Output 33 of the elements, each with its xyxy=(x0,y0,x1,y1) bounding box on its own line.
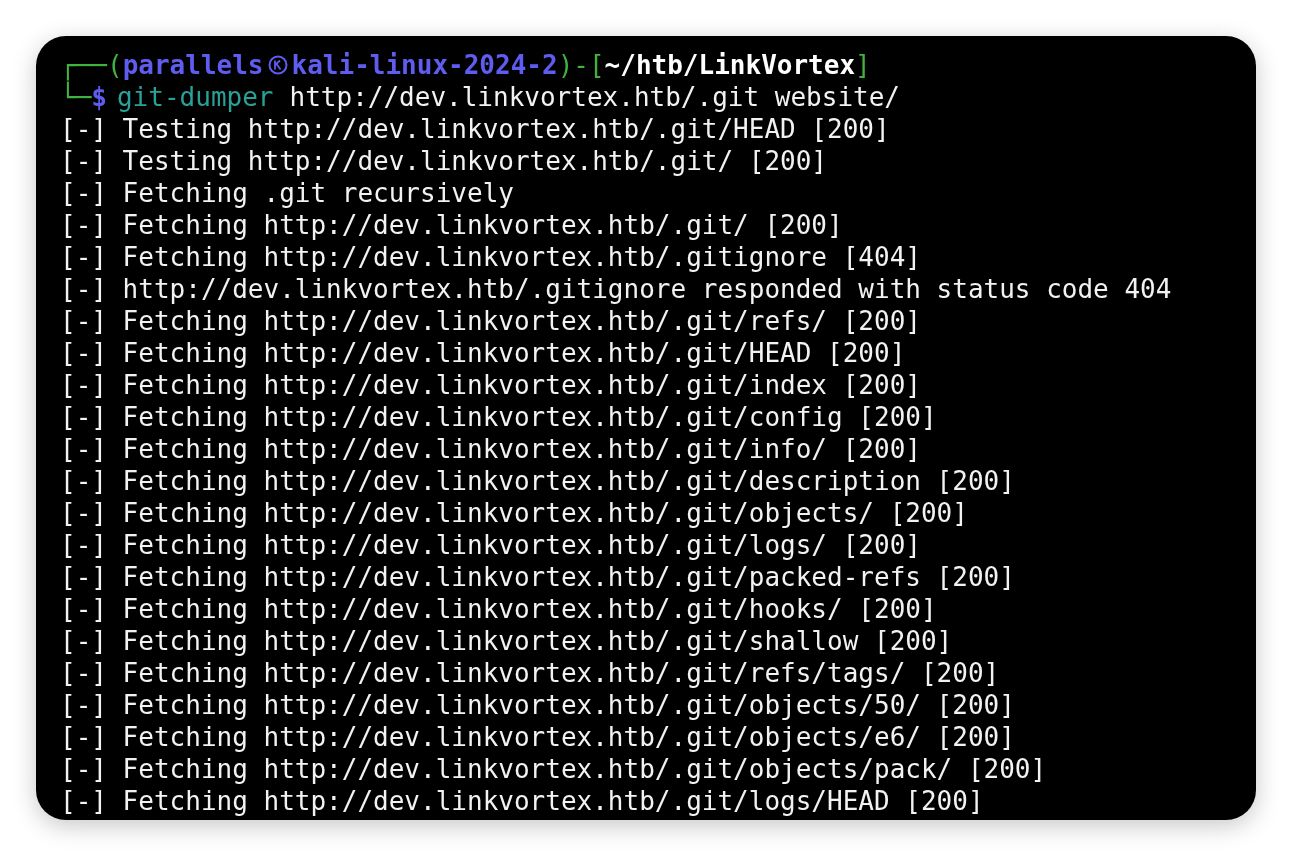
prompt-user: parallels xyxy=(122,49,264,81)
output-line: [-] Fetching http://dev.linkvortex.htb/.git/objects/e6/ [200] xyxy=(60,721,1016,753)
output-line: [-] Fetching http://dev.linkvortex.htb/.git/index [200] xyxy=(60,369,922,401)
output-line: [-] Fetching http://dev.linkvortex.htb/.git/objects/pack/ [200] xyxy=(60,753,1048,785)
output-line: [-] Fetching .git recursively xyxy=(60,177,515,209)
output-line: [-] Fetching http://dev.linkvortex.htb/.git/objects/50/ [200] xyxy=(60,689,1016,721)
prompt-host: kali-linux-2024-2 xyxy=(291,49,558,81)
prompt-frame: )-[ xyxy=(557,49,605,81)
output-line: [-] Fetching http://dev.linkvortex.htb/.gitignore [404] xyxy=(60,241,922,273)
output-line: [-] Fetching http://dev.linkvortex.htb/.git/config [200] xyxy=(60,401,938,433)
prompt-frame: ┌──( xyxy=(60,49,123,81)
prompt-frame: └─ xyxy=(60,81,92,113)
output-line: [-] Fetching http://dev.linkvortex.htb/.git/logs/HEAD [200] xyxy=(60,785,985,817)
command-arguments: http://dev.linkvortex.htb/.git website/ xyxy=(289,81,900,113)
output-line: [-] Fetching http://dev.linkvortex.htb/.git/objects/ [200] xyxy=(60,497,969,529)
command-name: git-dumper xyxy=(116,81,274,113)
circled-symbol-icon xyxy=(267,55,288,75)
output-line: [-] http://dev.linkvortex.htb/.gitignore responded with status code 404 xyxy=(60,273,1173,305)
output-line: [-] Fetching http://dev.linkvortex.htb/.git/packed-refs [200] xyxy=(60,561,1016,593)
output-line: [-] Fetching http://dev.linkvortex.htb/.git/hooks/ [200] xyxy=(60,593,938,625)
output-line: [-] Fetching http://dev.linkvortex.htb/.git/refs/tags/ [200] xyxy=(60,657,1001,689)
prompt-sigil: $ xyxy=(91,82,107,113)
output-line: [-] Fetching http://dev.linkvortex.htb/.git/ [200] xyxy=(60,209,844,241)
output-line: [-] Testing http://dev.linkvortex.htb/.git/ [200] xyxy=(60,145,828,177)
output-line: [-] Fetching http://dev.linkvortex.htb/.git/refs/ [200] xyxy=(60,305,922,337)
output-line: [-] Fetching http://dev.linkvortex.htb/.git/logs/ [200] xyxy=(60,529,922,561)
output-line: [-] Fetching http://dev.linkvortex.htb/.git/description [200] xyxy=(60,465,1016,497)
prompt-path: ~/htb/LinkVortex xyxy=(604,49,856,81)
output-line: [-] Fetching http://dev.linkvortex.htb/.git/HEAD [200] xyxy=(60,337,907,369)
output-line: [-] Fetching http://dev.linkvortex.htb/.git/info/ [200] xyxy=(60,433,922,465)
output-line: [-] Fetching http://dev.linkvortex.htb/.git/shallow [200] xyxy=(60,625,954,657)
output-line: [-] Testing http://dev.linkvortex.htb/.git/HEAD [200] xyxy=(60,113,891,145)
prompt-frame: ] xyxy=(855,49,871,81)
